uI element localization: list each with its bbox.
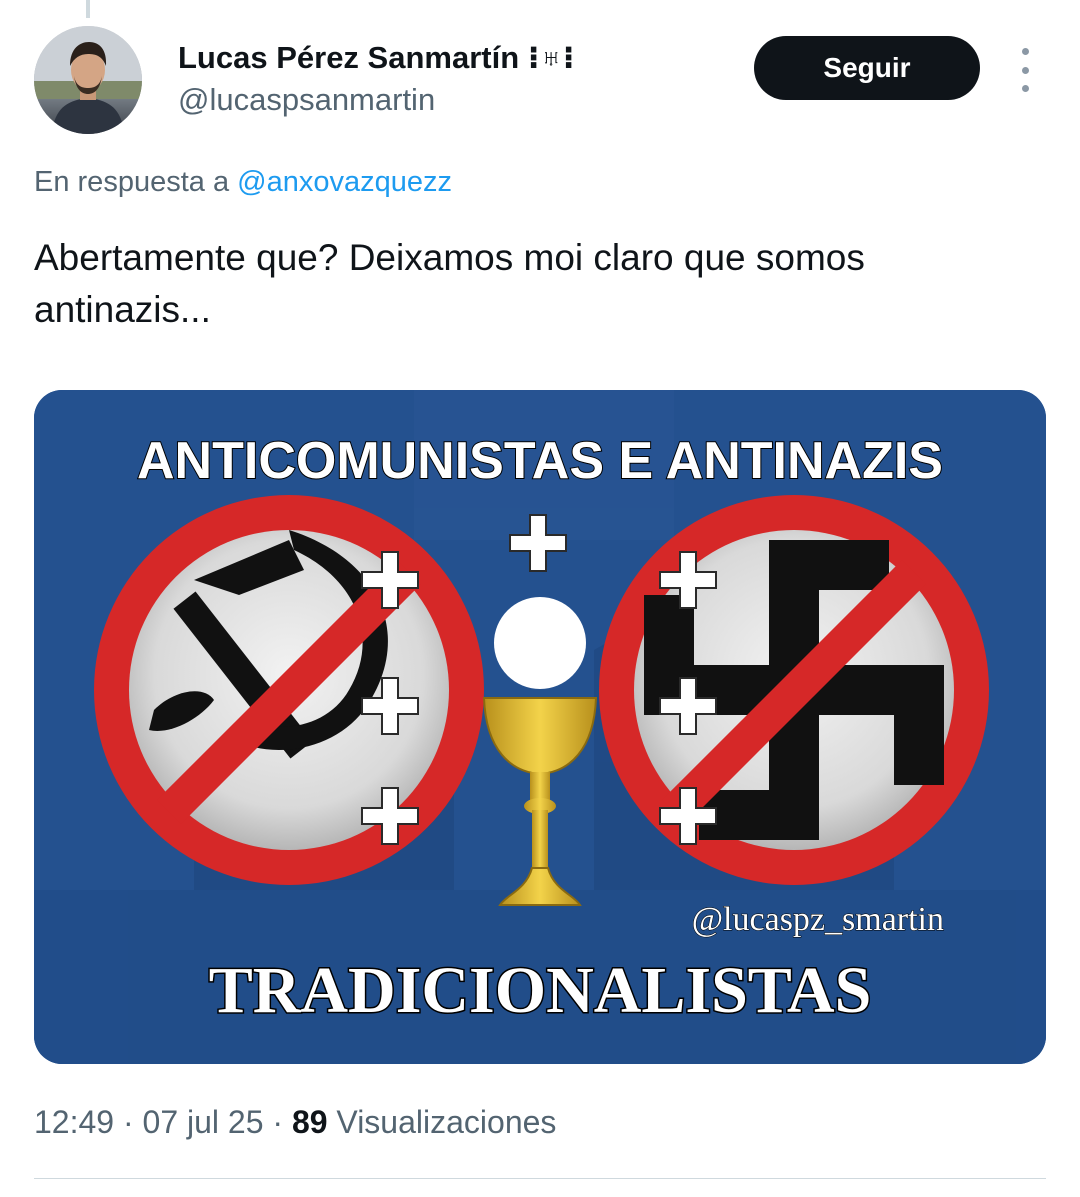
- author-name-emoji: ⁝♅⁝: [527, 40, 575, 75]
- prohibition-sign-left: [94, 495, 484, 885]
- views-count: 89: [291, 1104, 328, 1140]
- more-options-icon[interactable]: [1014, 48, 1036, 92]
- image-bottom-text: TRADICIONALISTAS: [209, 954, 872, 1027]
- author-name-text: Lucas Pérez Sanmartín: [178, 40, 520, 75]
- tweet-image[interactable]: ANTICOMUNISTAS E ANTINAZIS @lucaspz_smar…: [34, 390, 1046, 1064]
- author-handle[interactable]: @lucaspsanmartin: [178, 80, 575, 120]
- author-display-name[interactable]: Lucas Pérez Sanmartín ⁝♅⁝: [178, 40, 575, 76]
- image-watermark: @lucaspz_smartin: [692, 901, 944, 938]
- tweet-header: Lucas Pérez Sanmartín ⁝♅⁝ @lucaspsanmart…: [34, 26, 1046, 136]
- reply-prefix: En respuesta a: [34, 166, 230, 198]
- meta-separator: ·: [122, 1104, 134, 1140]
- divider: [34, 1178, 1046, 1179]
- thread-line: [86, 0, 90, 18]
- views-label: Visualizaciones: [336, 1104, 557, 1140]
- author-names[interactable]: Lucas Pérez Sanmartín ⁝♅⁝ @lucaspsanmart…: [178, 40, 575, 120]
- avatar[interactable]: [34, 26, 142, 134]
- meta-separator: ·: [272, 1104, 284, 1140]
- tweet-text: Abertamente que? Deixamos moi claro que …: [34, 237, 865, 330]
- tweet-date[interactable]: 07 jul 25: [143, 1104, 264, 1140]
- image-top-text: ANTICOMUNISTAS E ANTINAZIS: [137, 432, 943, 490]
- tweet-time[interactable]: 12:49: [34, 1104, 114, 1140]
- reply-context: En respuesta a @anxovazquezz: [34, 166, 452, 199]
- reply-mention-link[interactable]: @anxovazquezz: [237, 166, 452, 198]
- follow-button[interactable]: Seguir: [754, 36, 980, 100]
- prohibition-sign-right: [599, 495, 989, 885]
- host-icon: [494, 597, 586, 689]
- tweet-meta: 12:49 · 07 jul 25 · 89 Visualizaciones: [34, 1104, 556, 1141]
